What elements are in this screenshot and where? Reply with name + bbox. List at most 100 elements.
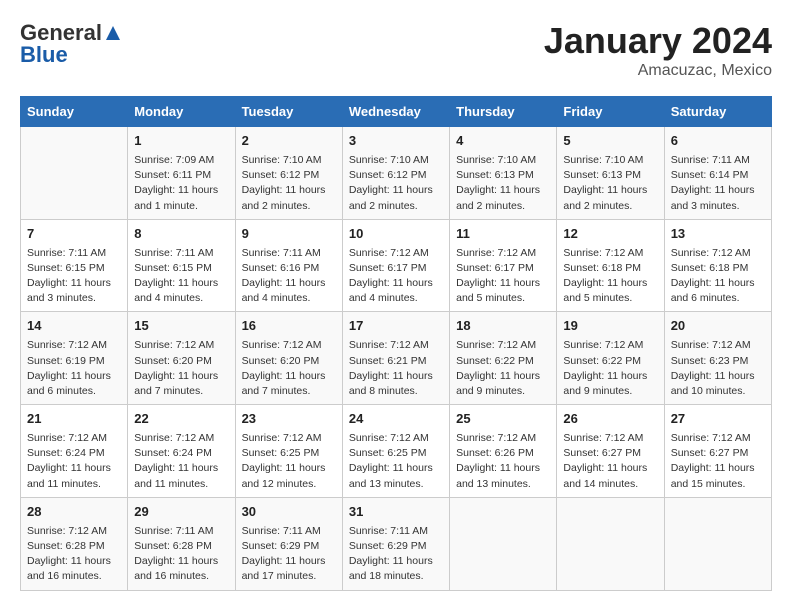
column-header-thursday: Thursday: [450, 97, 557, 127]
day-number: 27: [671, 410, 765, 429]
page-header: General Blue January 2024 Amacuzac, Mexi…: [20, 20, 772, 80]
day-info: Sunrise: 7:11 AM Sunset: 6:15 PM Dayligh…: [27, 246, 121, 307]
calendar-cell: 29Sunrise: 7:11 AM Sunset: 6:28 PM Dayli…: [128, 497, 235, 590]
day-info: Sunrise: 7:12 AM Sunset: 6:27 PM Dayligh…: [563, 431, 657, 492]
day-number: 30: [242, 503, 336, 522]
day-info: Sunrise: 7:12 AM Sunset: 6:26 PM Dayligh…: [456, 431, 550, 492]
calendar-cell: 26 Sunrise: 7:12 AM Sunset: 6:27 PM Dayli…: [557, 405, 664, 498]
column-header-monday: Monday: [128, 97, 235, 127]
day-number: 21: [27, 410, 121, 429]
calendar-cell: 20 Sunrise: 7:12 AM Sunset: 6:23 PM Dayli…: [664, 312, 771, 405]
day-info: Sunrise: 7:11 AM Sunset: 6:29 PM Dayligh…: [349, 524, 443, 585]
day-info: Sunrise: 7:10 AM Sunset: 6:12 PM Dayligh…: [242, 153, 336, 214]
calendar-subtitle: Amacuzac, Mexico: [544, 62, 772, 80]
calendar-cell: [450, 497, 557, 590]
calendar-cell: [664, 497, 771, 590]
day-number: 28: [27, 503, 121, 522]
calendar-week-5: 28Sunrise: 7:12 AM Sunset: 6:28 PM Dayli…: [21, 497, 772, 590]
day-info: Sunrise: 7:12 AM Sunset: 6:23 PM Dayligh…: [671, 338, 765, 399]
calendar-cell: 21 Sunrise: 7:12 AM Sunset: 6:24 PM Dayli…: [21, 405, 128, 498]
day-number: 11: [456, 225, 550, 244]
day-info: Sunrise: 7:12 AM Sunset: 6:25 PM Dayligh…: [349, 431, 443, 492]
logo-icon: [104, 24, 122, 42]
calendar-cell: 25 Sunrise: 7:12 AM Sunset: 6:26 PM Dayli…: [450, 405, 557, 498]
calendar-cell: 9 Sunrise: 7:11 AM Sunset: 6:16 PM Daylig…: [235, 219, 342, 312]
day-info: Sunrise: 7:10 AM Sunset: 6:13 PM Dayligh…: [563, 153, 657, 214]
calendar-week-1: 1 Sunrise: 7:09 AM Sunset: 6:11 PM Daylig…: [21, 127, 772, 220]
calendar-cell: 17Sunrise: 7:12 AM Sunset: 6:21 PM Dayli…: [342, 312, 449, 405]
calendar-cell: 30Sunrise: 7:11 AM Sunset: 6:29 PM Dayli…: [235, 497, 342, 590]
day-number: 17: [349, 317, 443, 336]
day-number: 12: [563, 225, 657, 244]
calendar-cell: 4 Sunrise: 7:10 AM Sunset: 6:13 PM Daylig…: [450, 127, 557, 220]
day-info: Sunrise: 7:12 AM Sunset: 6:27 PM Dayligh…: [671, 431, 765, 492]
calendar-cell: 6 Sunrise: 7:11 AM Sunset: 6:14 PM Daylig…: [664, 127, 771, 220]
calendar-cell: [21, 127, 128, 220]
day-number: 14: [27, 317, 121, 336]
day-info: Sunrise: 7:11 AM Sunset: 6:28 PM Dayligh…: [134, 524, 228, 585]
day-number: 20: [671, 317, 765, 336]
title-area: January 2024 Amacuzac, Mexico: [544, 20, 772, 80]
column-header-wednesday: Wednesday: [342, 97, 449, 127]
day-number: 16: [242, 317, 336, 336]
calendar-week-4: 21 Sunrise: 7:12 AM Sunset: 6:24 PM Dayli…: [21, 405, 772, 498]
day-number: 6: [671, 132, 765, 151]
day-number: 8: [134, 225, 228, 244]
day-info: Sunrise: 7:12 AM Sunset: 6:17 PM Dayligh…: [349, 246, 443, 307]
day-number: 10: [349, 225, 443, 244]
day-number: 9: [242, 225, 336, 244]
day-number: 4: [456, 132, 550, 151]
calendar-cell: 19Sunrise: 7:12 AM Sunset: 6:22 PM Dayli…: [557, 312, 664, 405]
day-info: Sunrise: 7:12 AM Sunset: 6:20 PM Dayligh…: [242, 338, 336, 399]
calendar-week-2: 7 Sunrise: 7:11 AM Sunset: 6:15 PM Daylig…: [21, 219, 772, 312]
day-info: Sunrise: 7:12 AM Sunset: 6:24 PM Dayligh…: [27, 431, 121, 492]
day-number: 25: [456, 410, 550, 429]
day-info: Sunrise: 7:12 AM Sunset: 6:20 PM Dayligh…: [134, 338, 228, 399]
logo-blue-text: Blue: [20, 42, 68, 68]
column-header-saturday: Saturday: [664, 97, 771, 127]
day-info: Sunrise: 7:12 AM Sunset: 6:18 PM Dayligh…: [671, 246, 765, 307]
day-number: 19: [563, 317, 657, 336]
column-header-friday: Friday: [557, 97, 664, 127]
calendar-cell: 3Sunrise: 7:10 AM Sunset: 6:12 PM Daylig…: [342, 127, 449, 220]
calendar-cell: 12 Sunrise: 7:12 AM Sunset: 6:18 PM Dayli…: [557, 219, 664, 312]
day-info: Sunrise: 7:12 AM Sunset: 6:25 PM Dayligh…: [242, 431, 336, 492]
day-info: Sunrise: 7:12 AM Sunset: 6:22 PM Dayligh…: [456, 338, 550, 399]
calendar-cell: 27 Sunrise: 7:12 AM Sunset: 6:27 PM Dayli…: [664, 405, 771, 498]
day-number: 23: [242, 410, 336, 429]
day-info: Sunrise: 7:12 AM Sunset: 6:19 PM Dayligh…: [27, 338, 121, 399]
calendar-table: SundayMondayTuesdayWednesdayThursdayFrid…: [20, 96, 772, 591]
column-header-tuesday: Tuesday: [235, 97, 342, 127]
day-number: 24: [349, 410, 443, 429]
day-number: 2: [242, 132, 336, 151]
calendar-cell: 14 Sunrise: 7:12 AM Sunset: 6:19 PM Dayli…: [21, 312, 128, 405]
day-number: 18: [456, 317, 550, 336]
calendar-week-3: 14 Sunrise: 7:12 AM Sunset: 6:19 PM Dayli…: [21, 312, 772, 405]
calendar-cell: 7 Sunrise: 7:11 AM Sunset: 6:15 PM Daylig…: [21, 219, 128, 312]
day-info: Sunrise: 7:11 AM Sunset: 6:14 PM Dayligh…: [671, 153, 765, 214]
calendar-cell: 15Sunrise: 7:12 AM Sunset: 6:20 PM Dayli…: [128, 312, 235, 405]
day-number: 31: [349, 503, 443, 522]
day-info: Sunrise: 7:12 AM Sunset: 6:24 PM Dayligh…: [134, 431, 228, 492]
day-info: Sunrise: 7:10 AM Sunset: 6:13 PM Dayligh…: [456, 153, 550, 214]
calendar-header-row: SundayMondayTuesdayWednesdayThursdayFrid…: [21, 97, 772, 127]
day-info: Sunrise: 7:12 AM Sunset: 6:17 PM Dayligh…: [456, 246, 550, 307]
column-header-sunday: Sunday: [21, 97, 128, 127]
calendar-cell: 1 Sunrise: 7:09 AM Sunset: 6:11 PM Daylig…: [128, 127, 235, 220]
calendar-cell: 2 Sunrise: 7:10 AM Sunset: 6:12 PM Daylig…: [235, 127, 342, 220]
day-number: 7: [27, 225, 121, 244]
day-number: 26: [563, 410, 657, 429]
calendar-cell: 5Sunrise: 7:10 AM Sunset: 6:13 PM Daylig…: [557, 127, 664, 220]
day-info: Sunrise: 7:12 AM Sunset: 6:18 PM Dayligh…: [563, 246, 657, 307]
day-info: Sunrise: 7:09 AM Sunset: 6:11 PM Dayligh…: [134, 153, 228, 214]
day-number: 3: [349, 132, 443, 151]
calendar-cell: 8Sunrise: 7:11 AM Sunset: 6:15 PM Daylig…: [128, 219, 235, 312]
calendar-cell: 23 Sunrise: 7:12 AM Sunset: 6:25 PM Dayli…: [235, 405, 342, 498]
day-info: Sunrise: 7:11 AM Sunset: 6:16 PM Dayligh…: [242, 246, 336, 307]
calendar-cell: 13 Sunrise: 7:12 AM Sunset: 6:18 PM Dayli…: [664, 219, 771, 312]
calendar-title: January 2024: [544, 20, 772, 62]
calendar-cell: 22Sunrise: 7:12 AM Sunset: 6:24 PM Dayli…: [128, 405, 235, 498]
calendar-cell: 10 Sunrise: 7:12 AM Sunset: 6:17 PM Dayli…: [342, 219, 449, 312]
day-number: 1: [134, 132, 228, 151]
day-number: 13: [671, 225, 765, 244]
